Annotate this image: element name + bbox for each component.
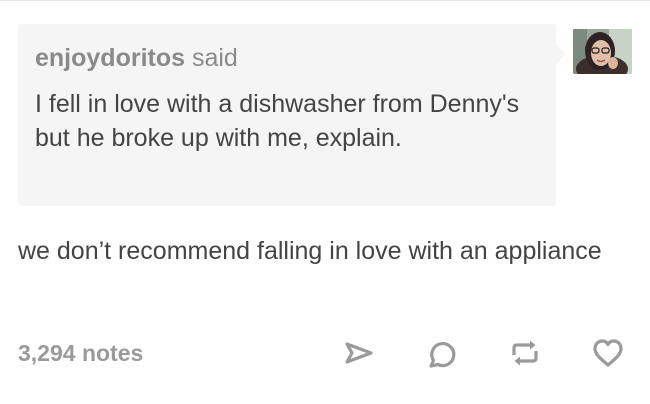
- reply-icon[interactable]: [425, 336, 459, 370]
- avatar-image: [573, 29, 632, 74]
- share-icon[interactable]: [342, 336, 376, 370]
- asker-avatar[interactable]: [573, 29, 632, 74]
- top-divider: [0, 0, 650, 1]
- like-icon[interactable]: [591, 336, 625, 370]
- answer-text: we don’t recommend falling in love with …: [18, 237, 602, 265]
- question-text: I fell in love with a dishwasher from De…: [35, 90, 520, 152]
- asker-line: enjoydoritos said: [35, 43, 238, 73]
- said-label: said: [191, 44, 238, 72]
- ask-bubble: enjoydoritos said I fell in love with a …: [18, 24, 566, 206]
- asker-name[interactable]: enjoydoritos: [35, 44, 185, 72]
- reblog-icon[interactable]: [508, 336, 542, 370]
- notes-count[interactable]: 3,294 notes: [18, 338, 143, 368]
